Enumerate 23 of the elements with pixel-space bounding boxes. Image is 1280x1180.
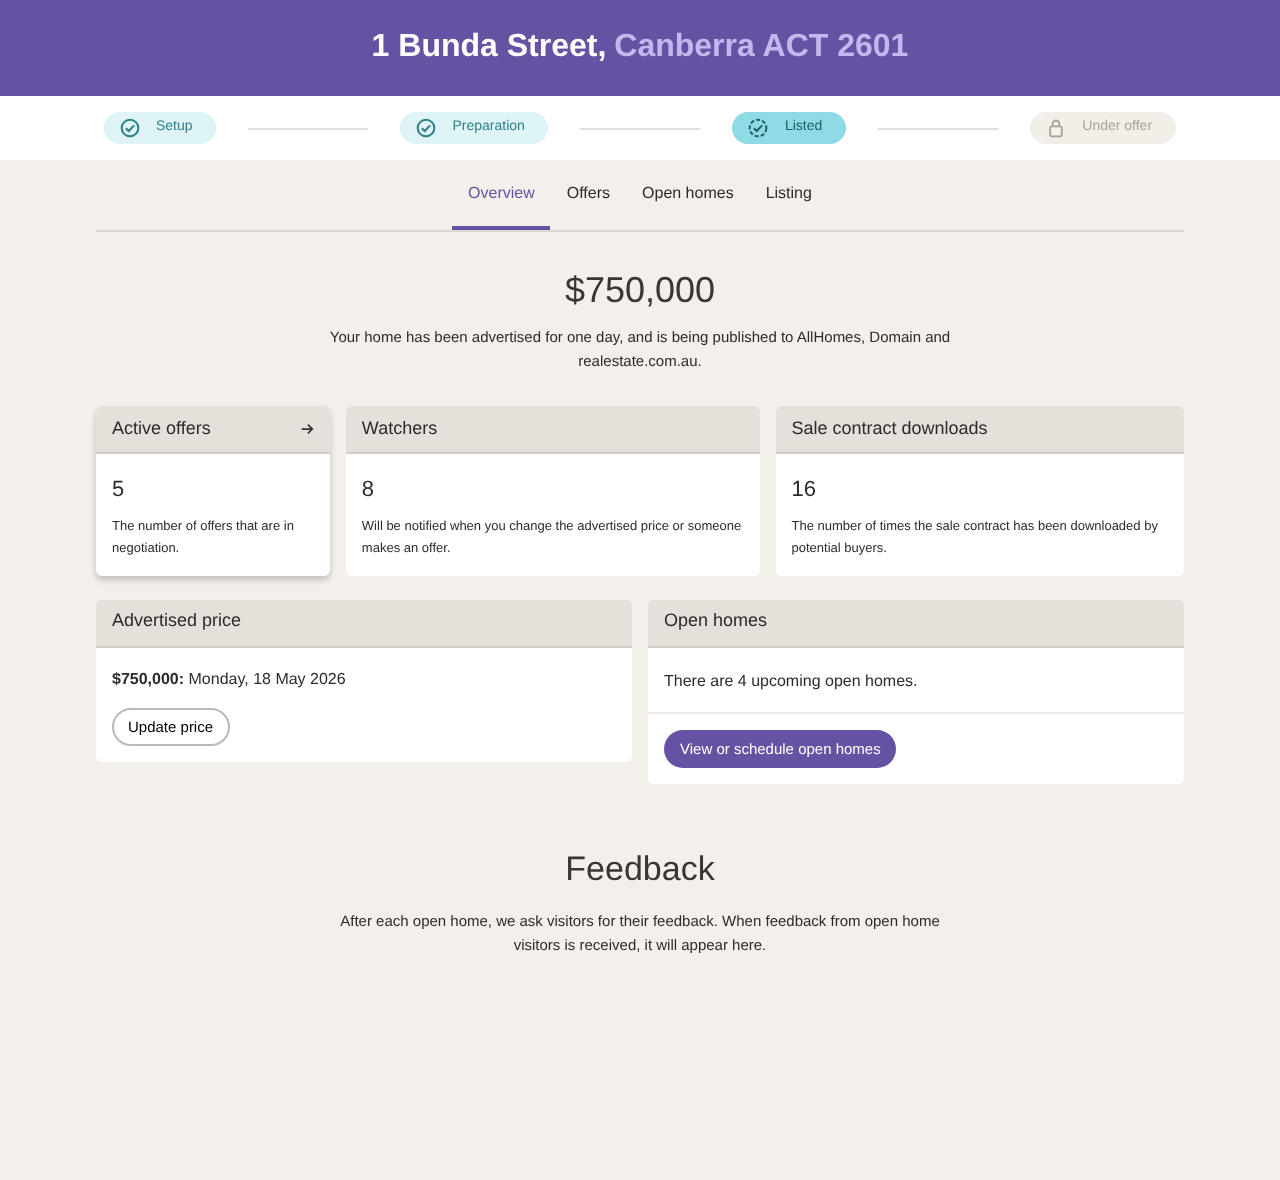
check-circle-icon: [416, 118, 437, 138]
card-title: Advertised price: [112, 608, 242, 635]
listing-price: $750,000: [564, 268, 716, 314]
card-title: Active offers: [112, 415, 211, 442]
tab[interactable]: Open homes: [626, 160, 750, 230]
stat-value: 16: [789, 476, 818, 506]
dashed-check-circle-icon: [748, 118, 769, 138]
page-title: 1 Bunda Street,: [371, 28, 607, 68]
stat-value: 8: [359, 476, 377, 506]
check-circle-icon: [119, 118, 140, 138]
stat-value: 5: [110, 476, 127, 506]
tab[interactable]: Offers: [550, 160, 627, 230]
card-title: Open homes: [664, 608, 768, 635]
feedback-heading: Feedback: [565, 847, 715, 892]
card-title: Watchers: [361, 415, 438, 442]
address-suburb: Canberra ACT 2601: [614, 28, 909, 68]
price-date: $750,000: Monday, 18 May 2026: [112, 667, 348, 691]
arrow-right-icon[interactable]: [299, 422, 314, 436]
tab[interactable]: Listing: [749, 160, 828, 230]
open-homes-text: There are 4 upcoming open homes.: [648, 647, 1184, 713]
tab[interactable]: Overview: [452, 160, 551, 230]
card-title: Sale contract downloads: [791, 415, 988, 442]
lock-icon: [1046, 118, 1067, 138]
